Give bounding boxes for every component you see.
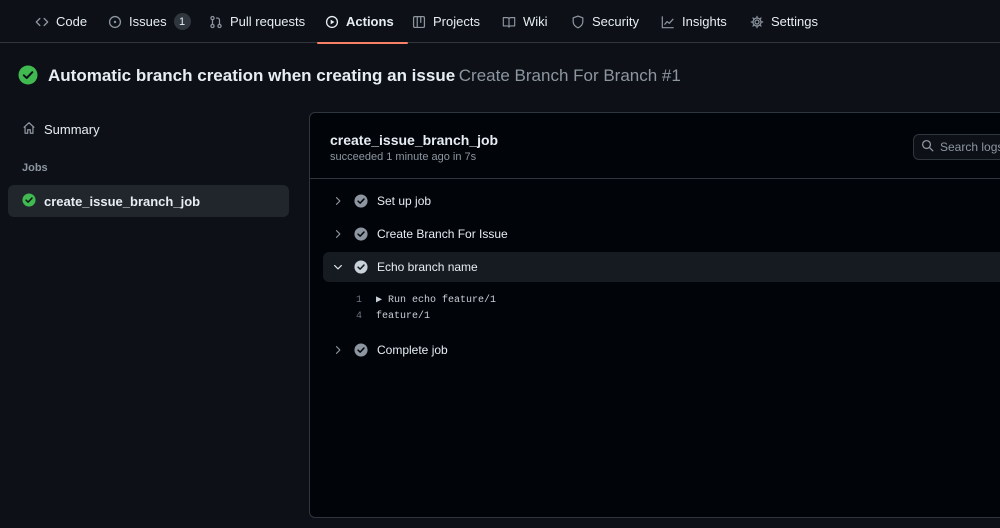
- tab-label: Pull requests: [230, 14, 306, 29]
- log-line-text: ▶ Run echo feature/1: [376, 295, 497, 306]
- search-logs[interactable]: [913, 134, 1000, 160]
- tab-label: Actions: [346, 14, 394, 29]
- step-set-up-job[interactable]: Set up job: [323, 186, 1000, 216]
- search-input[interactable]: [940, 140, 1000, 154]
- tab-label: Projects: [433, 14, 480, 29]
- tab-label: Settings: [771, 14, 818, 29]
- shield-icon: [571, 15, 585, 29]
- chevron-right-icon: [330, 344, 346, 356]
- sidebar-item-job[interactable]: create_issue_branch_job: [8, 185, 289, 217]
- success-check-icon: [22, 192, 36, 210]
- step-create-branch-for-issue[interactable]: Create Branch For Issue: [323, 219, 1000, 249]
- step-complete-job[interactable]: Complete job: [323, 335, 1000, 365]
- tab-security[interactable]: Security: [571, 0, 639, 43]
- tab-settings[interactable]: Settings: [750, 0, 818, 43]
- sidebar-item-label: Summary: [44, 121, 100, 137]
- sidebar-item-label: create_issue_branch_job: [44, 193, 201, 209]
- table-icon: [412, 15, 426, 29]
- sidebar-item-summary[interactable]: Summary: [8, 113, 289, 145]
- step-check-icon: [354, 227, 368, 241]
- chevron-right-icon: [330, 228, 346, 240]
- job-title: create_issue_branch_job: [330, 132, 499, 148]
- step-label: Echo branch name: [377, 260, 478, 274]
- issues-count-badge: 1: [173, 13, 191, 30]
- log-line-number: 1: [355, 294, 362, 306]
- run-name: Create Branch For Branch #1: [458, 66, 681, 85]
- tab-wiki[interactable]: Wiki: [502, 0, 548, 43]
- step-check-icon: [354, 194, 368, 208]
- tab-label: Code: [56, 14, 88, 29]
- code-icon: [35, 15, 49, 29]
- chevron-right-icon: [330, 195, 346, 207]
- pull-request-icon: [209, 15, 223, 29]
- tab-pull-requests[interactable]: Pull requests: [209, 0, 305, 43]
- step-label: Create Branch For Issue: [377, 227, 508, 241]
- jobs-heading: Jobs: [22, 162, 48, 174]
- tab-projects[interactable]: Projects: [412, 0, 480, 43]
- job-status-text: succeeded 1 minute ago in 7s: [330, 151, 477, 163]
- tab-label: Issues: [129, 14, 167, 29]
- tab-issues[interactable]: Issues 1: [108, 0, 191, 43]
- step-check-icon: [354, 343, 368, 357]
- job-header: create_issue_branch_job succeeded 1 minu…: [310, 113, 1000, 179]
- log-line-number: 4: [355, 310, 362, 322]
- tab-label: Wiki: [523, 14, 548, 29]
- step-label: Complete job: [377, 343, 448, 357]
- tab-actions[interactable]: Actions: [317, 0, 408, 44]
- book-icon: [502, 15, 516, 29]
- step-label: Set up job: [377, 194, 432, 208]
- chevron-down-icon: [330, 261, 346, 273]
- step-echo-branch-name[interactable]: Echo branch name: [323, 252, 1000, 282]
- success-check-icon: [18, 65, 38, 88]
- graph-icon: [661, 15, 675, 29]
- tab-code[interactable]: Code: [35, 0, 87, 43]
- gear-icon: [750, 15, 764, 29]
- log-line[interactable]: 1 ▶ Run echo feature/1: [338, 292, 496, 308]
- run-title: Automatic branch creation when creating …: [18, 65, 681, 88]
- tab-insights[interactable]: Insights: [661, 0, 727, 43]
- tab-label: Security: [592, 14, 639, 29]
- play-icon: [325, 15, 339, 29]
- repo-nav: Code Issues 1 Pull requests Actions Proj…: [0, 0, 1000, 44]
- issue-icon: [108, 15, 122, 29]
- workflow-name: Automatic branch creation when creating …: [48, 66, 456, 85]
- search-icon: [921, 139, 934, 155]
- log-line: 4 feature/1: [338, 308, 430, 324]
- tab-label: Insights: [682, 14, 727, 29]
- home-icon: [22, 121, 36, 138]
- step-check-icon: [354, 260, 368, 274]
- log-line-text: feature/1: [376, 310, 431, 322]
- job-log-panel: create_issue_branch_job succeeded 1 minu…: [309, 112, 1000, 518]
